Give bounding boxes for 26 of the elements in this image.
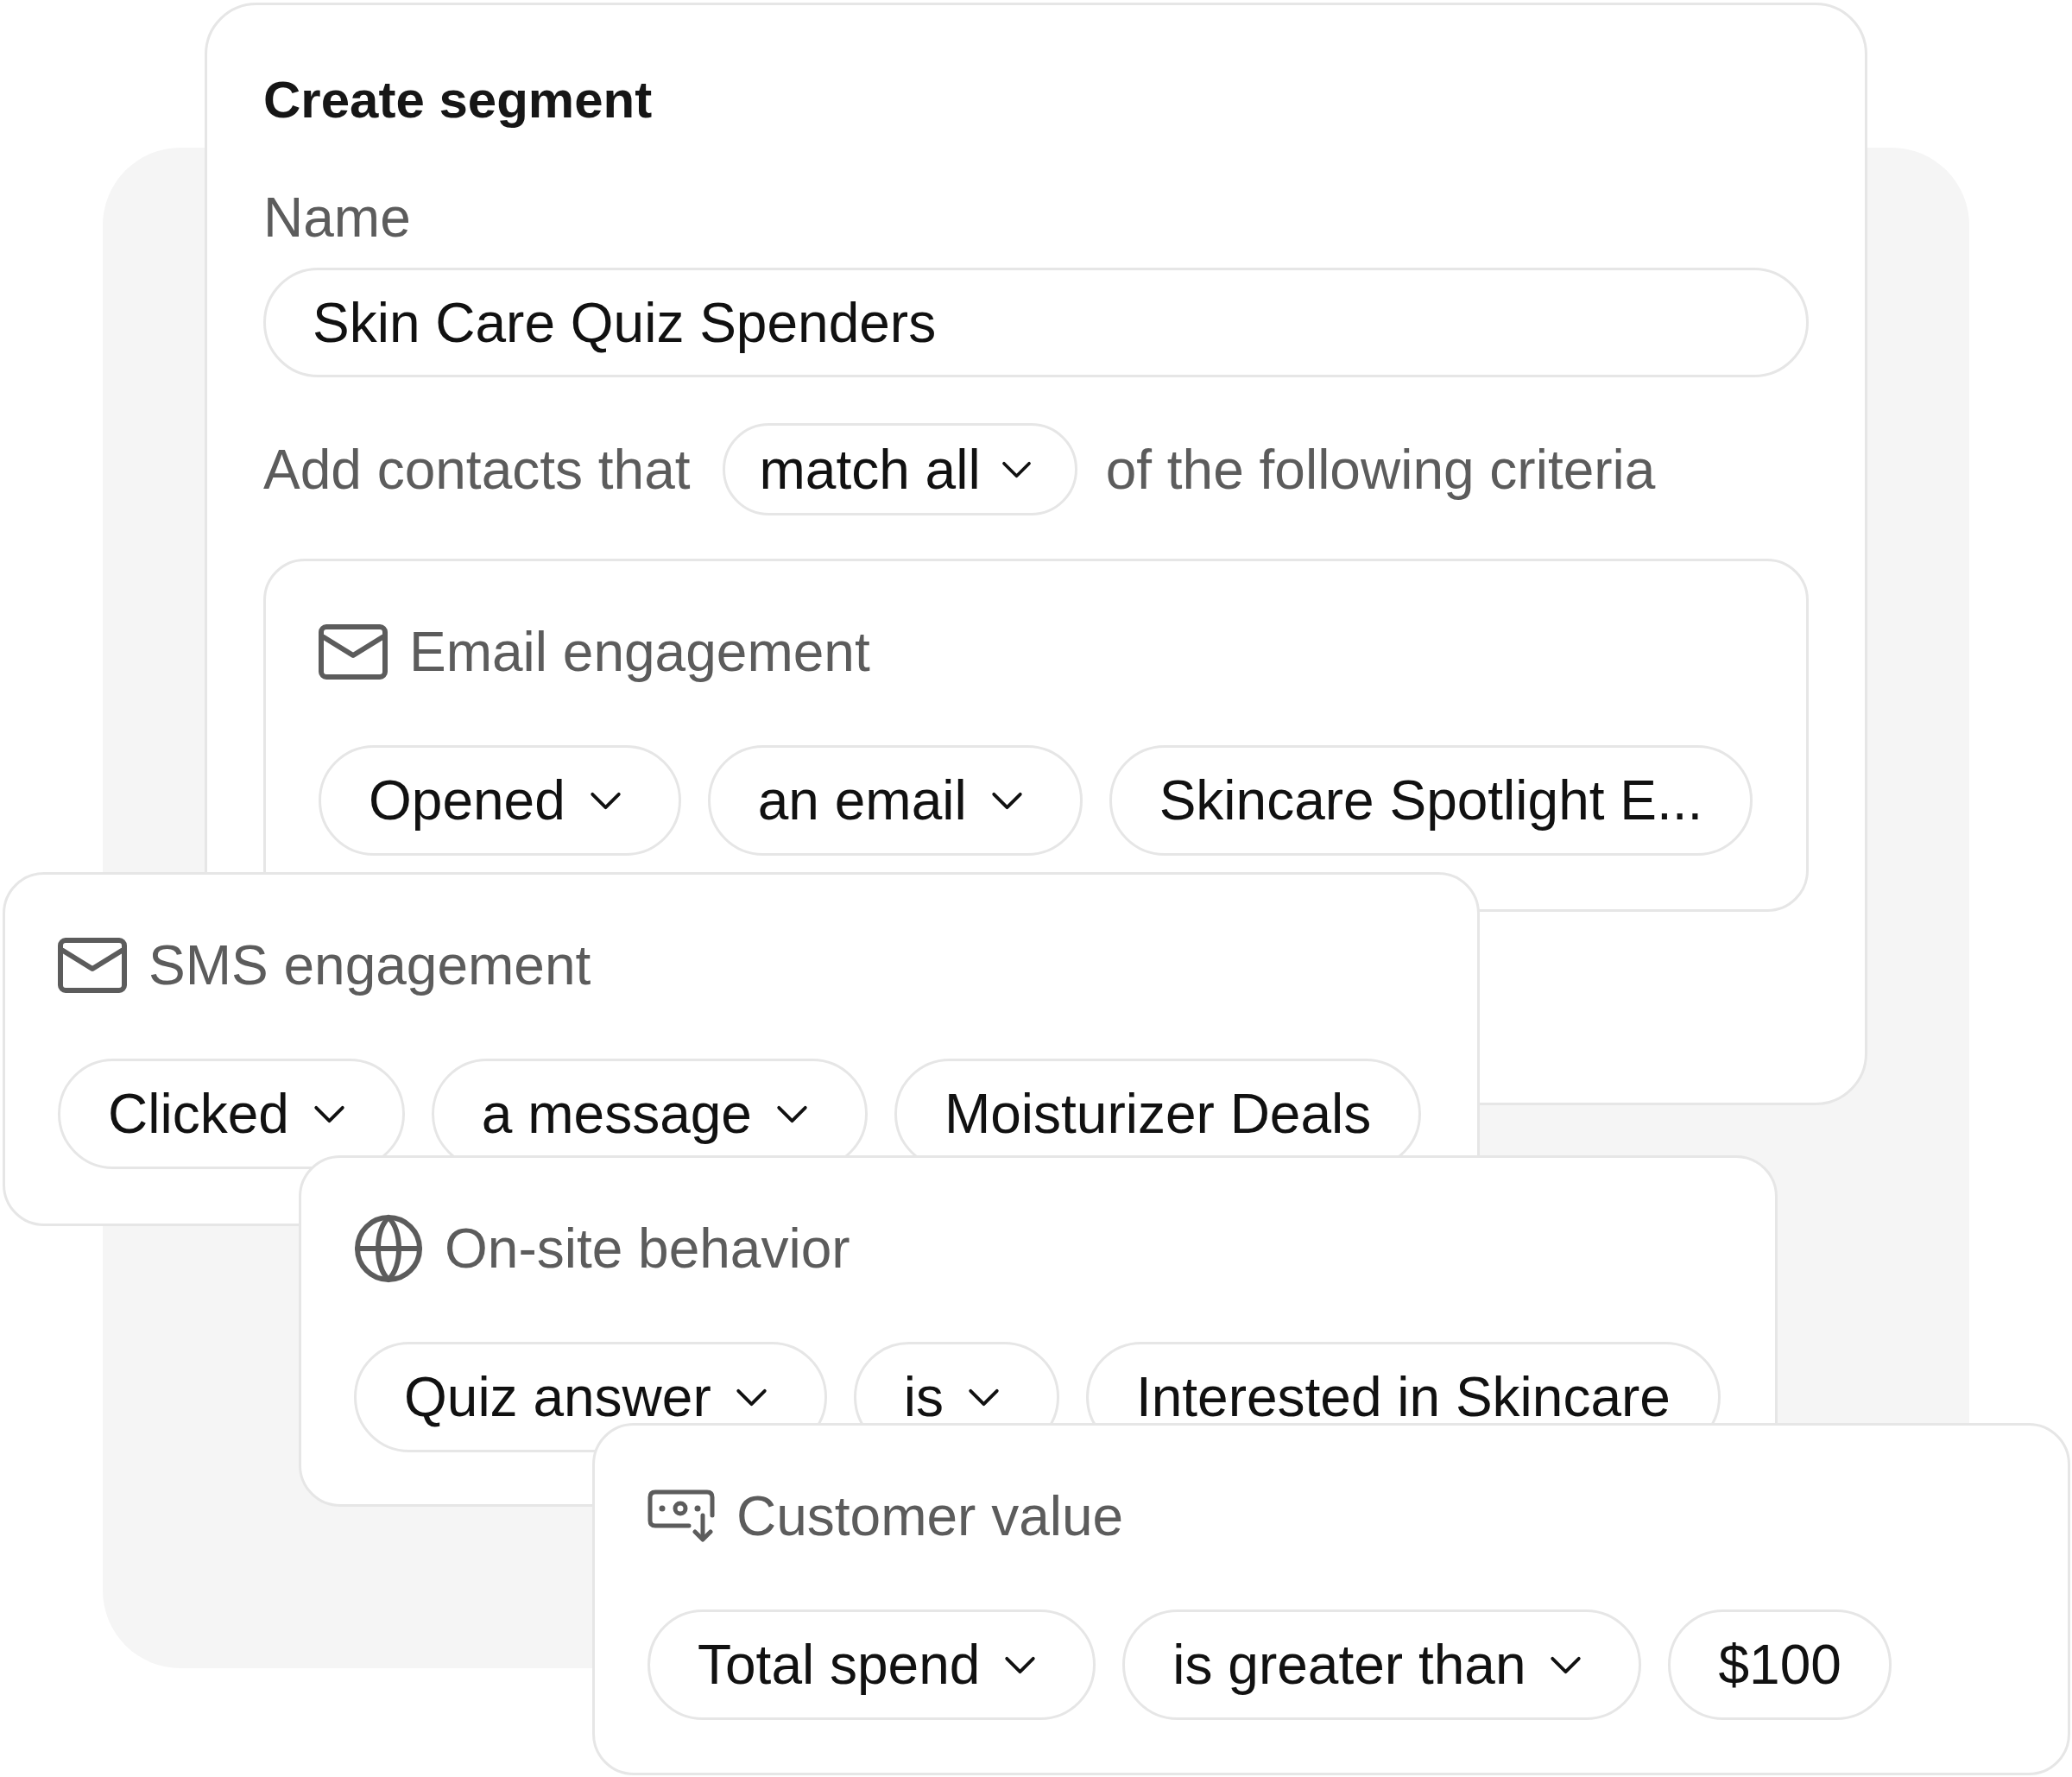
- criteria-title: On-site behavior: [445, 1221, 850, 1276]
- name-field[interactable]: Skin Care Quiz Spenders: [263, 268, 1809, 377]
- criteria-title: Customer value: [736, 1489, 1124, 1544]
- chevron-down-icon: [313, 1104, 345, 1123]
- condition-dropdown[interactable]: Total spend: [648, 1609, 1096, 1720]
- condition-dropdown[interactable]: Opened: [319, 745, 681, 856]
- chevron-down-icon: [1001, 460, 1032, 478]
- chevron-down-icon: [775, 1104, 808, 1123]
- match-prefix-text: Add contacts that: [263, 441, 691, 497]
- condition-value-chip[interactable]: Skincare Spotlight E...: [1109, 745, 1753, 856]
- chevron-down-icon: [1550, 1655, 1582, 1674]
- money-download-icon: [648, 1489, 715, 1543]
- dialog-title: Create segment: [263, 74, 653, 126]
- globe-icon: [354, 1214, 423, 1283]
- envelope-icon: [58, 938, 127, 993]
- name-label: Name: [263, 190, 411, 245]
- match-dropdown[interactable]: match all: [722, 423, 1077, 515]
- condition-dropdown[interactable]: an email: [707, 745, 1083, 856]
- chevron-down-icon: [589, 791, 622, 810]
- condition-value-chip[interactable]: $100: [1668, 1609, 1892, 1720]
- chevron-down-icon: [735, 1388, 768, 1407]
- chevron-down-icon: [967, 1388, 1000, 1407]
- chevron-down-icon: [990, 791, 1023, 810]
- condition-dropdown[interactable]: is greater than: [1122, 1609, 1642, 1720]
- envelope-icon: [319, 624, 388, 680]
- chevron-down-icon: [1004, 1655, 1037, 1674]
